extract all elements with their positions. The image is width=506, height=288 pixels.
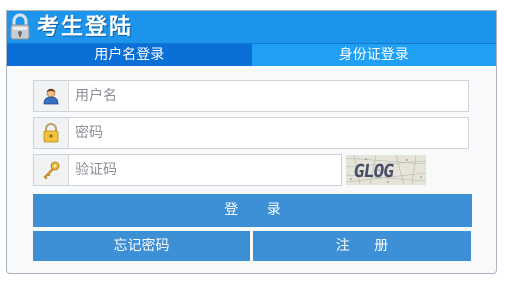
padlock-icon [10, 13, 30, 40]
forgot-password-button[interactable]: 忘记密码 [33, 231, 250, 261]
captcha-image[interactable]: GLOG [346, 155, 426, 185]
username-row [33, 80, 469, 112]
password-row [33, 117, 469, 149]
tab-username-login[interactable]: 用户名登录 [7, 44, 252, 66]
title-bar: 考生登陆 [7, 11, 496, 44]
login-button[interactable]: 登 录 [33, 194, 472, 227]
lock-icon [34, 118, 69, 148]
password-input[interactable] [69, 118, 467, 148]
key-icon [34, 155, 69, 185]
login-tabs: 用户名登录 身份证登录 [7, 44, 496, 66]
page-title: 考生登陆 [37, 14, 134, 40]
username-input[interactable] [69, 81, 467, 111]
captcha-text: GLOG [352, 161, 394, 182]
tab-idcard-login[interactable]: 身份证登录 [251, 44, 496, 66]
user-icon [34, 81, 69, 111]
captcha-row [33, 154, 342, 186]
captcha-input[interactable] [69, 155, 341, 185]
login-panel: 考生登陆 用户名登录 身份证登录 用户名 验证码 GLOG 登 录 忘记密码 注… [6, 10, 497, 274]
register-button[interactable]: 注 册 [253, 231, 471, 261]
